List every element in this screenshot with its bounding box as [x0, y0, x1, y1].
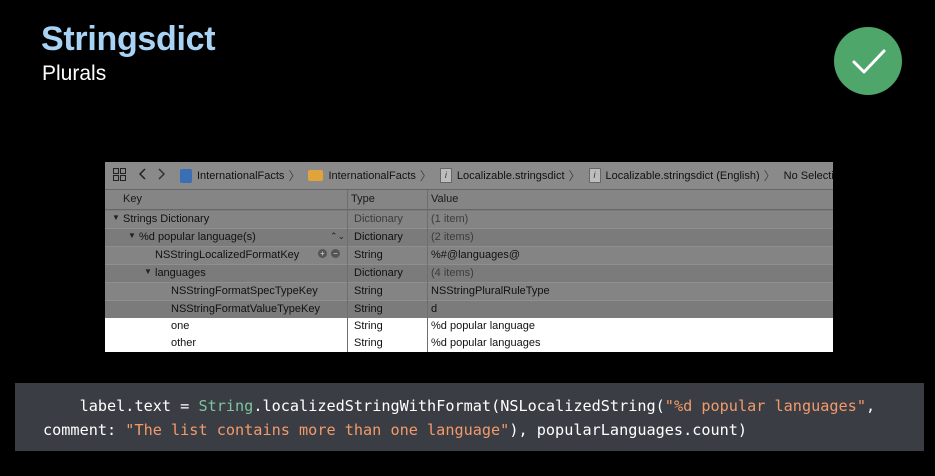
row-type: String	[354, 303, 383, 315]
row-key: NSStringFormatSpecTypeKey	[171, 285, 318, 297]
plist-row-root[interactable]: ▼ Strings Dictionary Dictionary (1 item)	[105, 211, 833, 229]
row-value: NSStringPluralRuleType	[431, 285, 550, 297]
row-key: one	[171, 320, 190, 332]
row-type: String	[354, 285, 383, 297]
plist-row-value-type-key[interactable]: NSStringFormatValueTypeKey String d	[105, 301, 833, 319]
column-divider[interactable]	[347, 190, 348, 352]
code-line-1: label.text = String.localizedStringWithF…	[79, 397, 876, 415]
row-key: Strings Dictionary	[123, 213, 210, 225]
plist-row-format-entry[interactable]: ▼ %d popular language(s) ⌃⌄ Dictionary (…	[105, 229, 833, 247]
plist-editor-window: InternationalFacts 〉 InternationalFacts …	[105, 162, 833, 352]
plist-row-localized-format-key[interactable]: NSStringLocalizedFormatKey + − String %#…	[105, 247, 833, 265]
column-header-value[interactable]: Value	[431, 193, 458, 205]
column-divider[interactable]	[427, 190, 428, 352]
code-snippet: label.text = String.localizedStringWithF…	[15, 383, 924, 451]
type-stepper-icon[interactable]: ⌃⌄	[330, 231, 345, 242]
breadcrumb-project[interactable]: InternationalFacts	[180, 168, 284, 183]
plist-row-one[interactable]: one String %d popular language	[105, 318, 833, 336]
stringsdict-file-icon: i	[439, 168, 452, 183]
forward-chevron-icon[interactable]	[158, 168, 166, 183]
breadcrumb-separator-icon: 〉	[419, 169, 432, 183]
plist-row-languages[interactable]: ▼ languages Dictionary (4 items)	[105, 265, 833, 283]
column-header-bar: Key Type Value	[105, 190, 833, 210]
row-type: Dictionary	[354, 267, 403, 279]
plist-row-spec-type-key[interactable]: NSStringFormatSpecTypeKey String NSStrin…	[105, 283, 833, 301]
column-header-type[interactable]: Type	[351, 193, 375, 205]
row-value: (4 items)	[431, 267, 474, 279]
row-type: String	[354, 337, 383, 349]
row-value: %#@languages@	[431, 249, 520, 261]
plist-row-other[interactable]: other String %d popular languages	[105, 335, 833, 352]
row-key: languages	[155, 267, 206, 279]
row-value: (1 item)	[431, 213, 469, 225]
success-badge	[834, 27, 902, 95]
stringsdict-file-icon: i	[588, 168, 601, 183]
row-key: NSStringFormatValueTypeKey	[171, 303, 320, 315]
breadcrumb-selection[interactable]: No Selection	[784, 170, 833, 182]
breadcrumb-group[interactable]: InternationalFacts	[308, 170, 416, 182]
folder-icon	[308, 170, 324, 181]
slide-subtitle: Plurals	[42, 62, 107, 85]
breadcrumb-file[interactable]: i Localizable.stringsdict	[439, 168, 565, 183]
row-key: other	[171, 337, 197, 349]
checkmark-icon	[852, 49, 886, 74]
row-type: String	[354, 249, 383, 261]
add-row-icon[interactable]: +	[318, 249, 327, 258]
grid-icon[interactable]	[113, 167, 126, 184]
row-type: Dictionary	[354, 213, 403, 225]
row-key: %d popular language(s)	[139, 231, 256, 243]
slide-title: Stringsdict	[41, 20, 216, 58]
row-key: NSStringLocalizedFormatKey	[155, 249, 300, 261]
disclosure-triangle-icon[interactable]: ▼	[144, 267, 152, 276]
row-value: d	[431, 303, 438, 315]
remove-row-icon[interactable]: −	[331, 249, 340, 258]
breadcrumb-separator-icon: 〉	[568, 169, 581, 183]
row-type: Dictionary	[354, 231, 403, 243]
row-value: %d popular languages	[431, 337, 541, 349]
breadcrumb-localization[interactable]: i Localizable.stringsdict (English)	[588, 168, 760, 183]
disclosure-triangle-icon[interactable]: ▼	[128, 231, 136, 240]
row-value: (2 items)	[431, 231, 474, 243]
disclosure-triangle-icon[interactable]: ▼	[112, 213, 120, 222]
row-value: %d popular language	[431, 320, 535, 332]
code-line-2: comment: "The list contains more than on…	[43, 421, 748, 439]
column-header-key[interactable]: Key	[123, 193, 142, 205]
project-icon	[180, 168, 192, 183]
row-type: String	[354, 320, 383, 332]
back-chevron-icon[interactable]	[138, 168, 146, 183]
breadcrumb-separator-icon: 〉	[288, 169, 301, 183]
breadcrumb-separator-icon: 〉	[763, 169, 776, 183]
jump-bar: InternationalFacts 〉 InternationalFacts …	[105, 162, 833, 190]
